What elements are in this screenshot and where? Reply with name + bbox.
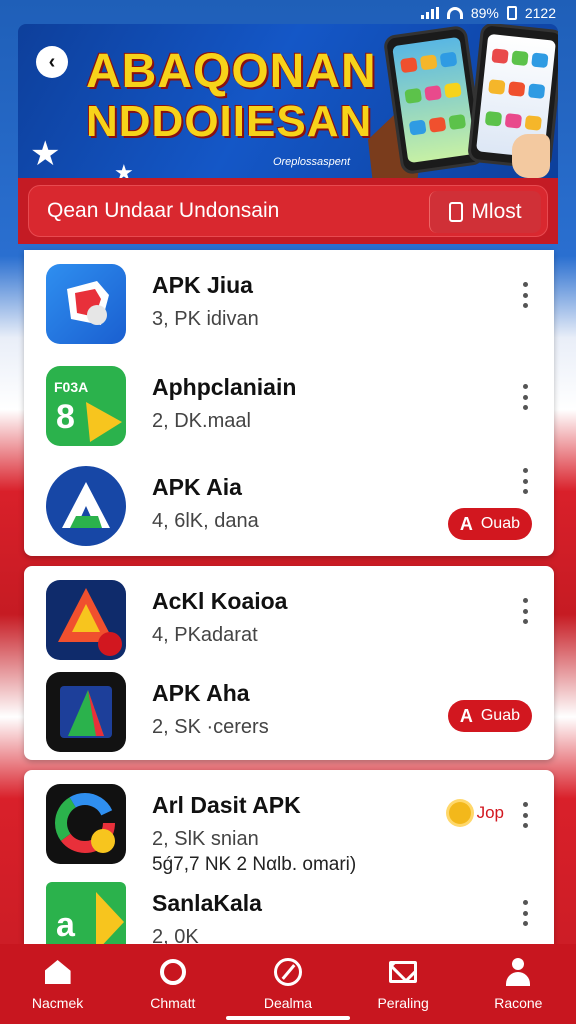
sun-icon xyxy=(448,802,471,824)
blue-a-circle-icon xyxy=(46,466,126,546)
list-item[interactable]: APK Aia 4, 6lK, dana A Ouab xyxy=(24,458,554,554)
list-item[interactable]: AcKl Koaioa 4, PKadarat xyxy=(24,572,554,668)
tab-label: Dealma xyxy=(263,995,313,1011)
svg-text:a: a xyxy=(56,906,76,944)
more-options-icon[interactable] xyxy=(522,384,528,410)
list-item[interactable]: Arl Dasit APK 2, SlK snian 5ǵ7,7 NK 2 Να… xyxy=(24,776,554,875)
clock: 2122 xyxy=(524,5,556,21)
app-list-card: APK Jiua 3, PK idivan F03A 8 Aphpclaniain… xyxy=(24,250,554,556)
most-filter-label: Mlost xyxy=(471,200,522,223)
mail-icon xyxy=(388,957,418,987)
signal-icon xyxy=(420,7,439,19)
tab-messages[interactable]: Peraling xyxy=(353,957,453,1011)
red-a-icon xyxy=(46,580,126,660)
hand-illustration xyxy=(512,134,550,178)
tab-label: Nacmek xyxy=(31,995,84,1011)
get-button[interactable]: A Guab xyxy=(447,700,532,732)
app-name: APK Aia xyxy=(152,474,242,500)
banner-title: ABAQONAN NDDOIIESAN xyxy=(86,48,377,144)
tab-label: Racone xyxy=(494,995,543,1011)
compass-icon xyxy=(273,957,303,987)
app-name: Aphpclaniain xyxy=(152,374,297,400)
home-icon xyxy=(43,957,73,987)
banner-title-line1: ABAQONAN xyxy=(86,45,377,98)
more-options-icon[interactable] xyxy=(522,468,528,494)
star-icon: ★ xyxy=(30,135,61,173)
a-logo-icon: A xyxy=(459,513,473,534)
chevron-left-icon: ‹ xyxy=(48,50,56,73)
app-meta: 4, 6lK, dana xyxy=(152,510,259,532)
app-meta: 2, SK ·cerers xyxy=(152,716,269,738)
get-button[interactable]: A Ouab xyxy=(447,508,532,540)
app-name: APK Jiua xyxy=(152,272,253,298)
list-item[interactable]: APK Jiua 3, PK idivan xyxy=(24,256,554,352)
green-8-icon: F03A 8 xyxy=(46,366,126,446)
app-meta-secondary: 5ǵ7,7 NK 2 Ναlb. omari) xyxy=(152,854,357,875)
app-name: AcKl Koaioa xyxy=(152,588,288,614)
more-options-icon[interactable] xyxy=(522,282,528,308)
app-name: APK Aha xyxy=(152,680,250,706)
list-item[interactable]: APK Aha 2, SK ·cerers A Guab xyxy=(24,664,554,760)
app-meta: 2, 0K xyxy=(152,926,199,944)
more-options-icon[interactable] xyxy=(522,598,528,624)
tab-label: Peraling xyxy=(377,995,429,1011)
profile-icon xyxy=(503,957,533,987)
blue-shield-icon xyxy=(46,264,126,344)
app-meta: 4, PKadarat xyxy=(152,624,258,646)
more-options-icon[interactable] xyxy=(522,900,528,926)
dark-a-icon xyxy=(46,672,126,752)
home-indicator xyxy=(226,1016,350,1020)
app-name: Arl Dasit APK xyxy=(152,792,301,818)
battery-percent: 89% xyxy=(470,5,499,21)
bottom-tab-bar: Nacmek Chmatt Dealma Peraling Racone xyxy=(0,944,576,1024)
status-bar: 89% 2122 xyxy=(0,0,576,26)
tab-label: Chmatt xyxy=(150,995,196,1011)
g-icon xyxy=(46,784,126,864)
chat-icon xyxy=(158,957,188,987)
tab-chat[interactable]: Chmatt xyxy=(123,957,223,1011)
svg-text:8: 8 xyxy=(56,398,75,436)
battery-icon xyxy=(506,6,517,20)
list-item[interactable]: a SanlaKala 2, 0K xyxy=(24,874,554,944)
svg-text:F03A: F03A xyxy=(54,379,88,395)
top-badge: Jop xyxy=(448,802,504,824)
get-button-label: Ouab xyxy=(480,515,520,532)
more-options-icon[interactable] xyxy=(522,802,528,828)
banner-title-line2: NDDOIIESAN xyxy=(86,97,373,146)
tab-home[interactable]: Nacmek xyxy=(8,957,108,1011)
app-meta: 2, DK.maal xyxy=(152,410,251,432)
header-banner: ★ ★ ‹ ABAQONAN NDDOIIESAN Oreplossaspent xyxy=(18,24,558,178)
app-name: SanlaKala xyxy=(152,890,262,916)
a-logo-icon: A xyxy=(459,705,473,726)
clipboard-icon xyxy=(449,202,464,222)
search-text: Qean Undaar Undonsain xyxy=(47,199,280,222)
search-bar[interactable]: Qean Undaar Undonsain Mlost xyxy=(28,185,548,237)
top-badge-label: Jop xyxy=(476,803,504,822)
wifi-icon xyxy=(446,7,463,19)
star-icon: ★ xyxy=(114,160,134,178)
list-item[interactable]: F03A 8 Aphpclaniain 2, DK.maal xyxy=(24,358,554,454)
tab-profile[interactable]: Racone xyxy=(468,957,568,1011)
green-a-icon: a xyxy=(46,882,126,944)
banner-subtitle: Oreplossaspent xyxy=(272,156,350,168)
tab-explore[interactable]: Dealma xyxy=(238,957,338,1011)
app-list-card: Arl Dasit APK 2, SlK snian 5ǵ7,7 NK 2 Να… xyxy=(24,770,554,944)
app-list-card: AcKl Koaioa 4, PKadarat APK Aha 2, SK ·c… xyxy=(24,566,554,760)
app-meta: 3, PK idivan xyxy=(152,308,259,330)
back-button[interactable]: ‹ xyxy=(36,46,68,78)
app-meta: 2, SlK snian xyxy=(152,828,259,850)
most-filter-button[interactable]: Mlost xyxy=(429,191,541,233)
get-button-label: Guab xyxy=(480,707,520,724)
